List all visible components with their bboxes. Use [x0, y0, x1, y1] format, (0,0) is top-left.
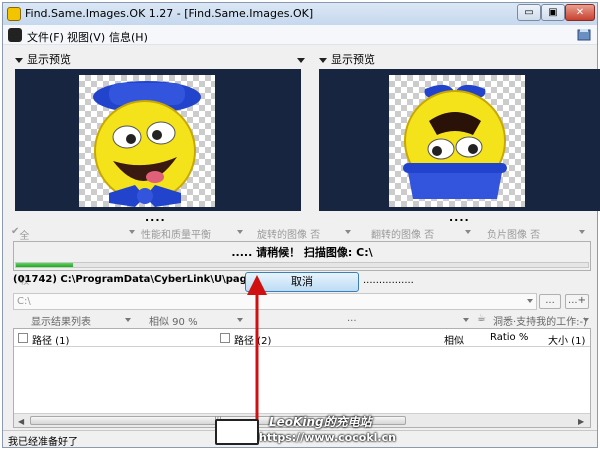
- annotation-arrow: [247, 275, 267, 429]
- scan-trailing-dots: ................: [363, 275, 414, 286]
- chevron-down-icon[interactable]: [579, 230, 585, 234]
- help-book-icon[interactable]: [577, 28, 591, 41]
- minimize-button[interactable]: ▭: [517, 4, 541, 21]
- current-scan-path: (01742) C:\ProgramData\CyberLink\U\pages…: [13, 274, 245, 285]
- chevron-down-icon[interactable]: [296, 58, 305, 63]
- browse-button[interactable]: ...: [539, 294, 561, 309]
- rotate-select[interactable]: 旋转的图像 否: [257, 226, 320, 241]
- show-results-list[interactable]: 显示结果列表: [31, 313, 91, 328]
- scan-status-text: ..... 请稍候！ 扫描图像: C:\: [231, 246, 373, 259]
- window-title: Find.Same.Images.OK 1.27 - [Find.Same.Im…: [25, 7, 314, 20]
- results-toolbar: 显示结果列表 相似 90 % ... ☕ 洞悉·支持我的工作:-): [11, 311, 591, 328]
- chevron-down-icon[interactable]: [463, 318, 469, 322]
- menu-view[interactable]: 视图(V): [67, 29, 105, 45]
- chevron-down-icon: [15, 58, 23, 63]
- compare-all-check[interactable]: ✔ 全部比较: [11, 226, 29, 287]
- similarity-select[interactable]: 相似 90 %: [149, 313, 198, 328]
- col-ratio[interactable]: Ratio %: [490, 332, 528, 343]
- chevron-down-icon[interactable]: [129, 230, 135, 234]
- flip-select[interactable]: 翻转的图像 否: [371, 226, 434, 241]
- left-image-preview: [15, 69, 301, 211]
- negative-select[interactable]: 负片图像 否: [487, 226, 540, 241]
- watermark-url: https://www.cocokl.cn: [259, 431, 396, 444]
- support-link[interactable]: 洞悉·支持我的工作:-): [493, 313, 587, 328]
- left-image: [79, 75, 215, 207]
- right-image-preview: [319, 69, 600, 211]
- chevron-down-icon: [319, 58, 327, 63]
- chevron-down-icon[interactable]: [465, 230, 471, 234]
- left-preview-toggle[interactable]: 显示预览: [15, 51, 309, 67]
- app-window: Find.Same.Images.OK 1.27 - [Find.Same.Im…: [2, 2, 600, 451]
- select-all-1-checkbox[interactable]: [18, 333, 28, 343]
- watermark-logo: [215, 419, 259, 445]
- col-path-1[interactable]: 路径 (1): [32, 332, 69, 347]
- balance-select[interactable]: 性能和质量平衡: [141, 226, 211, 241]
- chevron-down-icon[interactable]: [237, 230, 243, 234]
- right-preview-caption: ....: [449, 211, 470, 224]
- col-size-1[interactable]: 大小 (1): [548, 332, 585, 347]
- menu-bar: 文件(F) 视图(V) 信息(H): [3, 25, 597, 45]
- scroll-left-icon[interactable]: ◀: [18, 417, 24, 426]
- add-folder-button[interactable]: ...+: [565, 294, 589, 309]
- status-bar-text: 我已经准备好了: [8, 437, 78, 448]
- maximize-button[interactable]: ▣: [541, 4, 565, 21]
- compare-options: ✔ 全部比较 性能和质量平衡 旋转的图像 否 翻转的图像 否 负片图像 否: [11, 225, 591, 287]
- title-bar: Find.Same.Images.OK 1.27 - [Find.Same.Im…: [3, 3, 597, 25]
- menu-info[interactable]: 信息(H): [109, 29, 148, 45]
- watermark-name: LeoKing的充电站: [269, 415, 372, 429]
- select-all-2-checkbox[interactable]: [220, 333, 230, 343]
- progress-fill: [16, 263, 74, 267]
- scan-progress-bar: [15, 262, 589, 268]
- scroll-right-icon[interactable]: ▶: [578, 417, 584, 426]
- chevron-down-icon[interactable]: [345, 230, 351, 234]
- menu-file[interactable]: 文件(F): [27, 29, 64, 45]
- coffee-icon: ☕: [477, 313, 486, 324]
- col-similar[interactable]: 相似: [444, 332, 464, 347]
- left-preview-caption: ....: [145, 211, 166, 224]
- chevron-down-icon[interactable]: [583, 318, 589, 322]
- smiley-image-1: [93, 81, 201, 207]
- smiley-image-2: [403, 84, 507, 199]
- table-header: 路径 (1) 路径 (2) 相似 Ratio % 大小 (1): [14, 329, 590, 347]
- chevron-down-icon[interactable]: [527, 299, 533, 303]
- right-image: [389, 75, 525, 207]
- scan-status-panel: ..... 请稍候！ 扫描图像: C:\: [13, 241, 591, 271]
- folder-path-input[interactable]: [13, 293, 537, 310]
- close-button[interactable]: ✕: [565, 4, 595, 21]
- app-menu-icon[interactable]: [8, 28, 22, 42]
- app-icon: [7, 7, 21, 21]
- more-options[interactable]: ...: [347, 313, 357, 324]
- chevron-down-icon[interactable]: [125, 318, 131, 322]
- watermark: LeoKing的充电站 https://www.cocokl.cn: [213, 413, 513, 451]
